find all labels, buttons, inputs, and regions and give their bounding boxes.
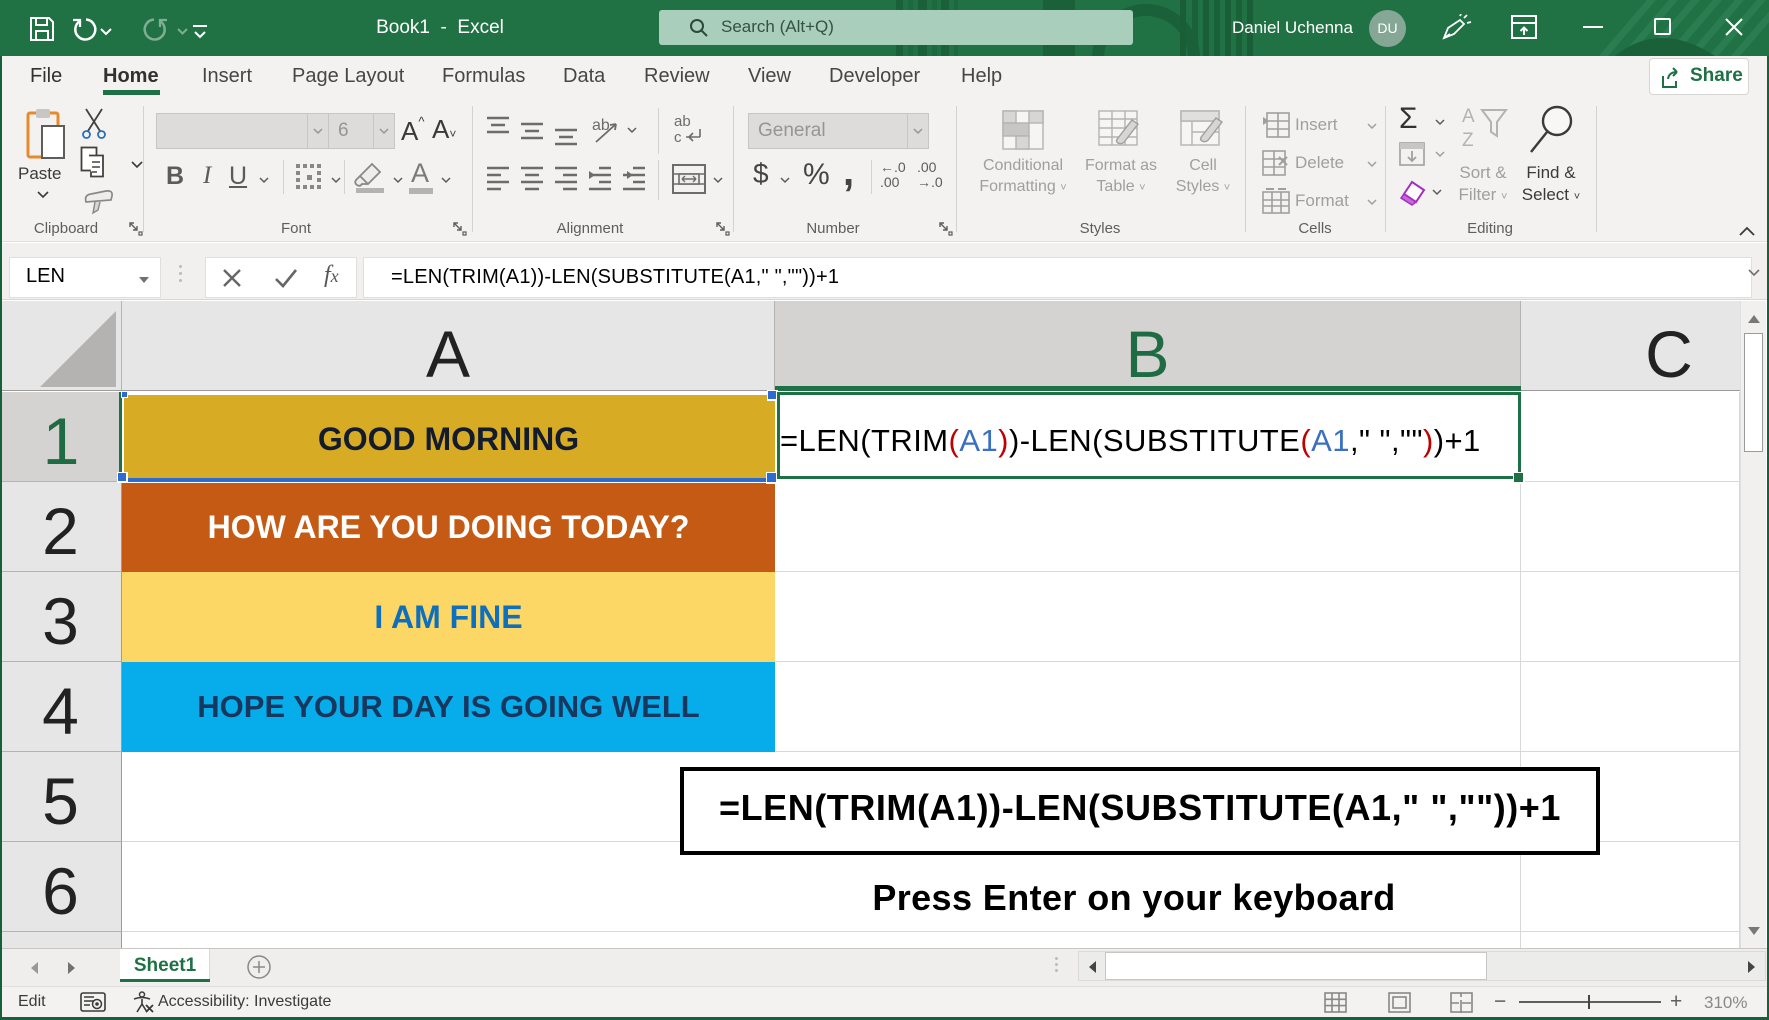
svg-text:c: c [674,129,682,146]
svg-text:Z: Z [1462,130,1474,151]
svg-text:A: A [1462,106,1475,127]
svg-text:ab: ab [674,113,691,130]
